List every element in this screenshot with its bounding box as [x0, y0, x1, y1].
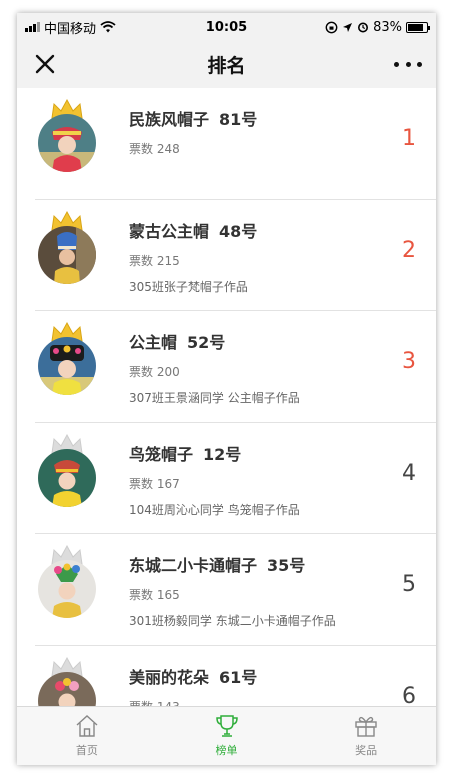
phone-screen: 中国移动 10:05 83% 排名 民族风帽子 81号 票数 248 1 蒙古公…: [17, 13, 436, 765]
vote-count: 票数 143: [129, 698, 257, 707]
vote-count: 票数 167: [129, 476, 180, 491]
ranking-row[interactable]: 公主帽 52号 票数 200 307班王景涵同学 公主帽子作品 3: [35, 311, 436, 423]
ranking-list: 民族风帽子 81号 票数 248 1 蒙古公主帽 48号 票数 215 305班…: [17, 88, 436, 706]
battery-percent: 83%: [373, 19, 402, 35]
entry-description: 305班张子梵帽子作品: [129, 279, 248, 294]
tab-prizes[interactable]: 奖品: [296, 707, 436, 765]
signal-icon: [25, 22, 40, 32]
tab-label: 首页: [75, 744, 98, 757]
entry-name: 美丽的花朵: [129, 667, 210, 687]
vote-count: 票数 200: [129, 365, 180, 379]
ranking-row[interactable]: 美丽的花朵 61号 票数 143 6: [35, 646, 436, 707]
trophy-icon: [215, 715, 238, 737]
entry-description: 307班王景涵同学 公主帽子作品: [129, 391, 300, 405]
entry-number: 35号: [267, 556, 306, 575]
rank-number: 1: [402, 126, 416, 151]
entry-number: 52号: [187, 333, 226, 352]
ranking-row[interactable]: 民族风帽子 81号 票数 248 1: [35, 88, 436, 200]
rank-number: 3: [402, 349, 416, 374]
avatar: [38, 448, 96, 507]
ranking-row[interactable]: 东城二小卡通帽子 35号 票数 165 301班杨毅同学 东城二小卡通帽子作品 5: [35, 534, 436, 646]
rank-number: 5: [402, 572, 416, 597]
entry-name: 民族风帽子: [129, 110, 210, 129]
rank-number: 2: [402, 237, 416, 263]
tab-leaderboard[interactable]: 榜单: [157, 707, 297, 765]
tab-home[interactable]: 首页: [17, 707, 157, 765]
wifi-icon: [100, 21, 116, 33]
tab-label: 榜单: [215, 744, 238, 757]
entry-name: 公主帽: [129, 333, 178, 352]
battery-icon: [406, 21, 430, 33]
rotation-lock-icon: [325, 21, 338, 33]
vote-count: 票数 165: [129, 588, 180, 602]
entry-name: 鸟笼帽子: [129, 444, 194, 464]
avatar: [38, 560, 96, 618]
entry-name: 东城二小卡通帽子: [129, 556, 258, 575]
avatar: [38, 671, 96, 706]
avatar: [38, 225, 96, 284]
entry-number: 48号: [219, 221, 258, 241]
clock: 10:05: [205, 19, 248, 35]
vote-count: 票数 248: [129, 142, 180, 156]
alarm-icon: [358, 22, 369, 33]
rank-number: 4: [402, 460, 416, 486]
nav-bar: 排名: [17, 41, 436, 88]
tab-bar: 首页 榜单 奖品: [17, 706, 436, 765]
tab-label: 奖品: [355, 744, 378, 757]
avatar: [38, 337, 96, 395]
ranking-row[interactable]: 鸟笼帽子 12号 票数 167 104班周沁心同学 鸟笼帽子作品 4: [35, 423, 436, 534]
carrier-label: 中国移动: [44, 21, 97, 37]
location-icon: [343, 22, 353, 32]
entry-name: 蒙古公主帽: [129, 221, 210, 241]
entry-number: 61号: [219, 667, 258, 687]
entry-description: 104班周沁心同学 鸟笼帽子作品: [129, 502, 300, 517]
ranking-row[interactable]: 蒙古公主帽 48号 票数 215 305班张子梵帽子作品 2: [35, 200, 436, 311]
avatar: [38, 114, 96, 172]
home-icon: [76, 715, 98, 737]
rank-number: 6: [402, 683, 416, 707]
more-options-icon[interactable]: [394, 52, 422, 76]
gift-icon: [355, 716, 377, 737]
page-title: 排名: [207, 55, 246, 77]
entry-description: 301班杨毅同学 东城二小卡通帽子作品: [129, 614, 336, 628]
entry-number: 81号: [219, 110, 258, 129]
close-icon[interactable]: [33, 52, 57, 76]
status-bar: 中国移动 10:05 83%: [17, 13, 436, 41]
vote-count: 票数 215: [129, 253, 180, 268]
entry-number: 12号: [203, 444, 242, 464]
